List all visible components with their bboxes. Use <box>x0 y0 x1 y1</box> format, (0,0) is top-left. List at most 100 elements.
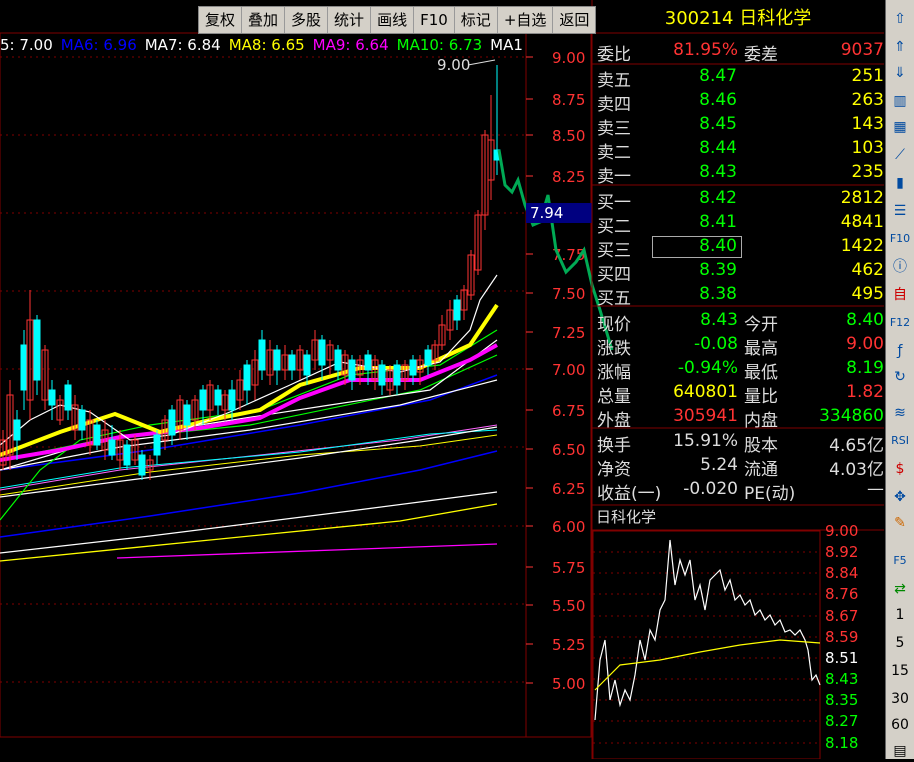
stat-value: 9.00 <box>846 334 884 354</box>
fund-label: PE(动) <box>744 484 796 504</box>
weicha-value: 9037 <box>840 40 884 60</box>
formula-icon[interactable]: ƒ <box>889 340 911 362</box>
bid-volume: 462 <box>851 260 884 280</box>
candle-body <box>93 424 101 446</box>
ask-price: 8.46 <box>699 90 737 110</box>
move-icon[interactable]: ✥ <box>889 486 911 508</box>
candle-body <box>123 444 131 466</box>
candle-body <box>214 389 222 406</box>
candle-body <box>183 404 191 426</box>
dollar-icon[interactable]: $ <box>889 458 911 480</box>
stat-label: 今开 <box>744 315 778 335</box>
candle-body <box>393 364 401 386</box>
mini-axis-label: 8.43 <box>825 670 858 688</box>
toolbar-f10-button[interactable]: F10 <box>414 7 455 33</box>
toolbar-stats-button[interactable]: 统计 <box>328 7 372 33</box>
ma-legend-item: 5: 7.00 <box>0 36 53 54</box>
bid-price: 8.42 <box>699 188 737 208</box>
candle-body <box>303 354 311 376</box>
ma-legend-item: MA8: 6.65 <box>228 36 305 54</box>
price-axis-label: 7.25 <box>552 324 585 342</box>
grid-icon[interactable]: ▦ <box>889 116 911 138</box>
period-30-label[interactable]: 30 <box>889 688 911 710</box>
candle-body <box>20 344 28 391</box>
fund-value: 4.03亿 <box>829 460 884 480</box>
candle-body <box>138 454 146 476</box>
candle-body <box>258 339 266 371</box>
list-icon[interactable]: ☰ <box>889 200 911 222</box>
ask-volume: 263 <box>851 90 884 110</box>
self-select-icon[interactable]: 自 <box>889 284 911 306</box>
mini-axis-label: 8.35 <box>825 691 858 709</box>
stat-value: 8.40 <box>846 310 884 330</box>
stat-label: 总量 <box>597 387 631 407</box>
toolbar-overlay-button[interactable]: 叠加 <box>242 7 286 33</box>
info-icon[interactable]: ⓘ <box>889 256 911 278</box>
fund-label: 换手 <box>597 436 631 456</box>
ask-level-label: 卖三 <box>597 119 631 139</box>
price-axis-label: 6.00 <box>552 518 585 536</box>
line-chart-icon[interactable]: ⟋ <box>889 144 911 166</box>
refresh-icon[interactable]: ↻ <box>889 366 911 388</box>
toolbar-add-watchlist-button[interactable]: +自选 <box>498 7 554 33</box>
price-axis-label: 8.75 <box>552 91 585 109</box>
selected-bid-box <box>652 236 742 258</box>
arrow-up-outline-icon[interactable]: ⇑ <box>889 36 911 58</box>
stat-label: 最低 <box>744 363 778 383</box>
price-axis-label: 6.50 <box>552 441 585 459</box>
mini-axis-label: 8.59 <box>825 628 858 646</box>
toolbar-mark-button[interactable]: 标记 <box>455 7 498 33</box>
bid-level-label: 买四 <box>597 265 631 285</box>
ask-price: 8.43 <box>699 162 737 182</box>
stat-value: -0.08 <box>694 334 738 354</box>
price-axis-label: 7.50 <box>552 285 585 303</box>
toolbar-back-button[interactable]: 返回 <box>553 7 595 33</box>
f10-icon[interactable]: F10 <box>889 228 911 250</box>
toolbar-fuquan-button[interactable]: 复权 <box>199 7 243 33</box>
period-15-label[interactable]: 15 <box>889 660 911 682</box>
pencil-icon[interactable]: ✎ <box>889 512 911 534</box>
stat-label: 外盘 <box>597 411 631 431</box>
wave-icon[interactable]: ≋ <box>889 402 911 424</box>
ask-level-label: 卖五 <box>597 71 631 91</box>
candle-body <box>48 389 56 406</box>
period-5-label[interactable]: 5 <box>889 632 911 654</box>
bar-chart-icon[interactable]: ▥ <box>889 90 911 112</box>
ma-legend-item: MA7: 6.84 <box>144 36 221 54</box>
ask-price: 8.47 <box>699 66 737 86</box>
candle-body <box>108 439 116 456</box>
price-axis-label: 7.00 <box>552 361 585 379</box>
ma-legend-item: MA6: 6.96 <box>60 36 137 54</box>
mini-axis-label: 8.27 <box>825 712 858 730</box>
bid-level-label: 买二 <box>597 217 631 237</box>
fund-label: 净资 <box>597 460 631 480</box>
fund-value: 15.91% <box>673 431 738 451</box>
arrow-down-outline-icon[interactable]: ⇓ <box>889 62 911 84</box>
bid-volume: 2812 <box>840 188 884 208</box>
period-1-label[interactable]: 1 <box>889 604 911 626</box>
ma-legend-item: MA1 <box>490 36 523 54</box>
mini-axis-label: 8.92 <box>825 543 858 561</box>
f5-icon[interactable]: F5 <box>889 550 911 572</box>
arrow-up-icon[interactable]: ⇧ <box>889 8 911 30</box>
candle-icon[interactable]: ▮ <box>889 172 911 194</box>
period-60-label[interactable]: 60 <box>889 714 911 736</box>
candle-body <box>64 384 72 411</box>
weibi-label: 委比 <box>597 45 631 65</box>
ask-volume: 235 <box>851 162 884 182</box>
weicha-label: 委差 <box>744 45 778 65</box>
toolbar-draw-button[interactable]: 画线 <box>371 7 415 33</box>
mini-chart-title: 日科化学 <box>596 508 656 526</box>
mini-axis-label: 8.76 <box>825 585 858 603</box>
ask-volume: 103 <box>851 138 884 158</box>
toolbar-multi-stock-button[interactable]: 多股 <box>285 7 329 33</box>
ask-level-label: 卖一 <box>597 167 631 187</box>
fund-value: -0.020 <box>683 479 738 499</box>
fund-value: 4.65亿 <box>829 436 884 456</box>
switch-icon[interactable]: ⇄ <box>889 578 911 600</box>
rsi-icon[interactable]: RSI <box>889 430 911 452</box>
ask-level-label: 卖四 <box>597 95 631 115</box>
mini-price-line <box>594 539 821 721</box>
bid-level-label: 买五 <box>597 289 631 309</box>
f12-icon[interactable]: F12 <box>889 312 911 334</box>
